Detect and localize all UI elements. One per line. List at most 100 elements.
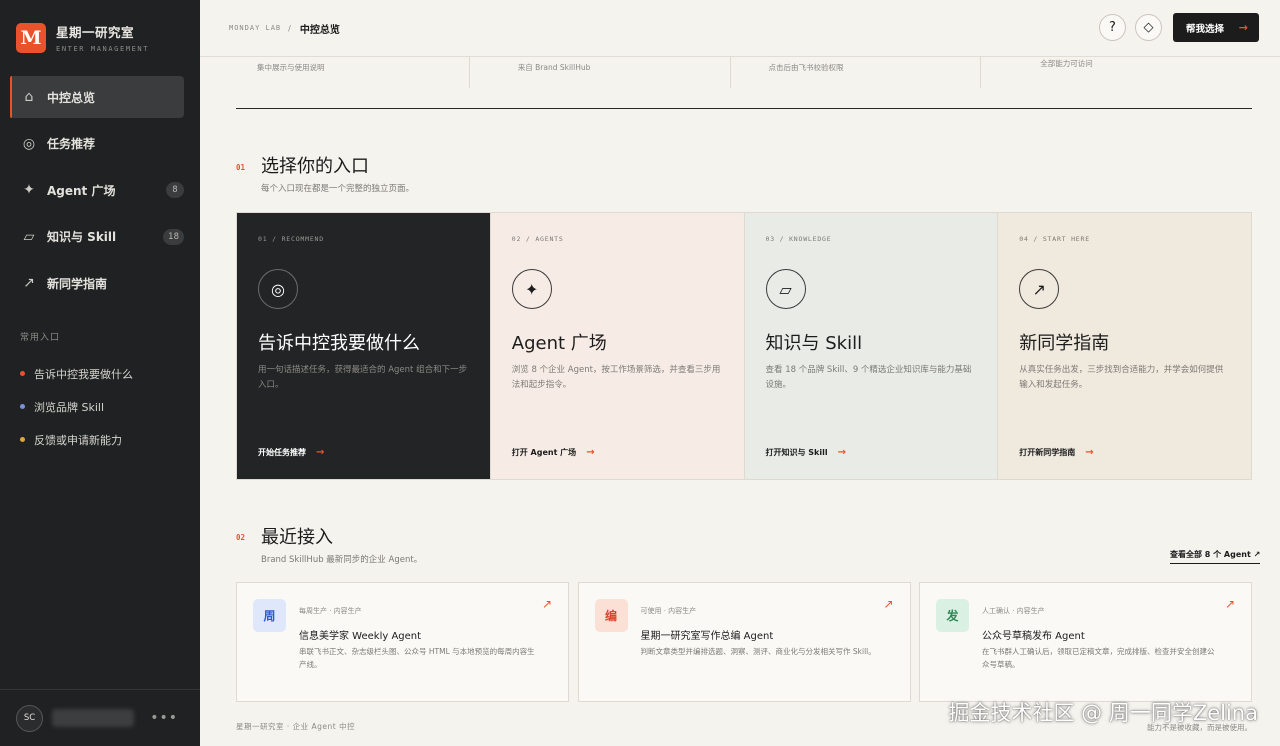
agent-tag: 每周生产 · 内容生产 bbox=[299, 607, 362, 615]
sparkle-icon: ✦ bbox=[23, 182, 35, 198]
sidebar-item-overview[interactable]: ⌂ 中控总览 bbox=[10, 76, 184, 118]
card-link[interactable]: 打开 Agent 广场 → bbox=[512, 447, 595, 458]
agent-description: 串联飞书正文、杂志级栏头图、公众号 HTML 与本地预览的每周内容生产线。 bbox=[299, 647, 535, 669]
sidebar-item-guide[interactable]: ↗ 新同学指南 bbox=[10, 262, 184, 304]
agent-avatar: 编 bbox=[594, 599, 628, 632]
arrow-right-icon: → bbox=[837, 447, 846, 458]
sidebar-item-knowledge[interactable]: ▱ 知识与 Skill 18 bbox=[10, 216, 184, 258]
agent-tag: 可使用 · 内容生产 bbox=[640, 607, 697, 615]
quick-links: 告诉中控我要做什么 浏览品牌 Skill 反馈或申请新能力 bbox=[0, 357, 200, 456]
arrow-right-icon: → bbox=[1238, 21, 1248, 34]
main-content: 集中展示与使用说明 来自 Brand SkillHub 点击后由飞书校验权限 全… bbox=[200, 57, 1280, 746]
user-bar[interactable]: SC ••• bbox=[0, 689, 200, 746]
agent-name: 公众号草稿发布 Agent bbox=[982, 631, 1085, 642]
card-tag: 02 / AGENTS bbox=[511, 235, 564, 243]
brand[interactable]: M 星期一研究室 ENTER MANAGEMENT bbox=[0, 0, 200, 53]
quick-link-label: 浏览品牌 Skill bbox=[34, 400, 105, 414]
agent-card[interactable]: 发 人工确认 · 内容生产 公众号草稿发布 Agent 在飞书群人工确认后，领取… bbox=[919, 582, 1252, 702]
count-badge: 18 bbox=[163, 228, 184, 245]
dot-icon bbox=[20, 371, 25, 376]
card-link-label: 开始任务推荐 bbox=[258, 448, 306, 457]
divider bbox=[236, 108, 1252, 109]
card-link-label: 打开新同学指南 bbox=[1019, 448, 1076, 457]
entry-card-knowledge[interactable]: 03 / KNOWLEDGE ▱ 知识与 Skill 查看 18 个品牌 Ski… bbox=[743, 213, 998, 479]
card-link[interactable]: 开始任务推荐 → bbox=[258, 447, 324, 458]
entry-card-recommend[interactable]: 01 / RECOMMEND ◎ 告诉中控我要做什么 用一句话描述任务，获得最适… bbox=[237, 213, 490, 479]
theme-button[interactable]: ◇ bbox=[1135, 14, 1162, 41]
recent-agents: 周 每周生产 · 内容生产 信息美学家 Weekly Agent 串联飞书正文、… bbox=[236, 582, 1252, 702]
parallelogram-icon: ▱ bbox=[765, 269, 806, 309]
sidebar-item-task-recommend[interactable]: ◎ 任务推荐 bbox=[10, 123, 184, 165]
sidebar-nav: ⌂ 中控总览 ◎ 任务推荐 ✦ Agent 广场 8 ▱ 知识与 Skill 1… bbox=[0, 76, 200, 304]
help-me-choose-button[interactable]: 帮我选择 → bbox=[1173, 13, 1259, 42]
agent-name: 信息美学家 Weekly Agent bbox=[299, 631, 422, 642]
arrow-right-icon: → bbox=[1085, 447, 1094, 458]
card-description: 从真实任务出发，三步找到合适能力，并学会如何提供输入和发起任务。 bbox=[1019, 365, 1224, 390]
stats-strip: 集中展示与使用说明 来自 Brand SkillHub 点击后由飞书校验权限 全… bbox=[236, 57, 1252, 88]
quick-link-skill[interactable]: 浏览品牌 Skill bbox=[0, 390, 200, 423]
sidebar-item-label: 中控总览 bbox=[47, 90, 96, 105]
agent-description: 判断文章类型并编排选题、洞察、测评、商业化与分发相关写作 Skill。 bbox=[640, 647, 876, 656]
arrow-up-right-icon[interactable]: ↗ bbox=[542, 597, 552, 611]
top-header: MONDAY LAB / 中控总览 ? ◇ 帮我选择 → bbox=[200, 0, 1280, 57]
card-tag: 04 / START HERE bbox=[1019, 235, 1090, 243]
breadcrumb-separator: / bbox=[288, 23, 291, 33]
agent-card[interactable]: 编 可使用 · 内容生产 星期一研究室写作总编 Agent 判断文章类型并编排选… bbox=[577, 582, 911, 702]
quick-link-label: 告诉中控我要做什么 bbox=[34, 367, 133, 381]
sidebar-item-label: 任务推荐 bbox=[47, 137, 96, 151]
agent-avatar: 发 bbox=[936, 599, 969, 632]
stat-note: 集中展示与使用说明 bbox=[257, 63, 325, 72]
arrow-up-right-icon[interactable]: ↗ bbox=[883, 597, 893, 611]
section-subtitle: 每个入口现在都是一个完整的独立页面。 bbox=[261, 184, 415, 194]
breadcrumb-root[interactable]: MONDAY LAB bbox=[229, 24, 281, 32]
entry-card-guide[interactable]: 04 / START HERE ↗ 新同学指南 从真实任务出发，三步找到合适能力… bbox=[997, 213, 1251, 479]
section-title: 最近接入 bbox=[261, 527, 333, 548]
card-description: 用一句话描述任务，获得最适合的 Agent 组合和下一步入口。 bbox=[258, 365, 468, 390]
brand-logo: M bbox=[16, 22, 46, 53]
watermark: 掘金技术社区 @ 周一同学Zelina bbox=[948, 701, 1258, 725]
entry-cards: 01 / RECOMMEND ◎ 告诉中控我要做什么 用一句话描述任务，获得最适… bbox=[236, 212, 1252, 480]
more-icon[interactable]: ••• bbox=[150, 710, 178, 726]
sidebar-item-label: 知识与 Skill bbox=[47, 230, 117, 244]
brand-subtitle: ENTER MANAGEMENT bbox=[56, 45, 150, 53]
section-number: 02 bbox=[236, 533, 246, 542]
arrow-up-right-icon: ↗ bbox=[23, 275, 35, 291]
card-link[interactable]: 打开新同学指南 → bbox=[1019, 447, 1093, 458]
agent-card[interactable]: 周 每周生产 · 内容生产 信息美学家 Weekly Agent 串联飞书正文、… bbox=[236, 582, 569, 702]
diamond-icon: ◇ bbox=[1143, 20, 1154, 35]
card-description: 浏览 8 个企业 Agent，按工作场景筛选，并查看三步用法和起步指令。 bbox=[511, 365, 721, 390]
section-title: 选择你的入口 bbox=[261, 156, 369, 177]
avatar[interactable]: SC bbox=[16, 704, 43, 732]
quick-link-feedback[interactable]: 反馈或申请新能力 bbox=[0, 423, 200, 456]
arrow-right-icon: → bbox=[586, 447, 595, 458]
sidebar-item-label: 新同学指南 bbox=[47, 276, 108, 291]
help-button[interactable]: ? bbox=[1099, 14, 1126, 41]
agent-avatar: 周 bbox=[253, 599, 286, 632]
stat-note: 全部能力可访问 bbox=[980, 57, 1252, 88]
dot-icon bbox=[20, 404, 25, 409]
question-icon: ? bbox=[1109, 20, 1116, 35]
sidebar: M 星期一研究室 ENTER MANAGEMENT ⌂ 中控总览 ◎ 任务推荐 … bbox=[0, 0, 200, 746]
view-all-agents-link[interactable]: 查看全部 8 个 Agent ↗ bbox=[1170, 549, 1261, 564]
card-tag: 01 / RECOMMEND bbox=[258, 235, 324, 243]
button-label: 帮我选择 bbox=[1186, 23, 1225, 35]
agent-name: 星期一研究室写作总编 Agent bbox=[640, 631, 774, 642]
target-icon: ◎ bbox=[22, 135, 36, 152]
card-description: 查看 18 个品牌 Skill、9 个精选企业知识库与能力基础设施。 bbox=[765, 365, 972, 390]
brand-name: 星期一研究室 bbox=[56, 25, 135, 40]
sidebar-item-label: Agent 广场 bbox=[47, 183, 116, 198]
agent-tag: 人工确认 · 内容生产 bbox=[982, 607, 1045, 615]
entry-card-agents[interactable]: 02 / AGENTS ✦ Agent 广场 浏览 8 个企业 Agent，按工… bbox=[489, 213, 744, 479]
arrow-up-right-icon[interactable]: ↗ bbox=[1225, 597, 1235, 611]
card-link-label: 打开知识与 Skill bbox=[765, 448, 828, 457]
card-title: 新同学指南 bbox=[1019, 333, 1110, 354]
footer-text: 星期一研究室 · 企业 Agent 中控 bbox=[236, 722, 356, 731]
card-title: 告诉中控我要做什么 bbox=[258, 333, 420, 354]
card-link[interactable]: 打开知识与 Skill → bbox=[766, 447, 846, 458]
quick-links-heading: 常用入口 bbox=[20, 333, 61, 343]
target-icon: ◎ bbox=[258, 269, 298, 309]
stat-note: 点击后由飞书校验权限 bbox=[729, 57, 981, 88]
sidebar-item-agents[interactable]: ✦ Agent 广场 8 bbox=[10, 169, 184, 211]
card-title: Agent 广场 bbox=[511, 333, 607, 354]
quick-link-task[interactable]: 告诉中控我要做什么 bbox=[0, 357, 200, 390]
